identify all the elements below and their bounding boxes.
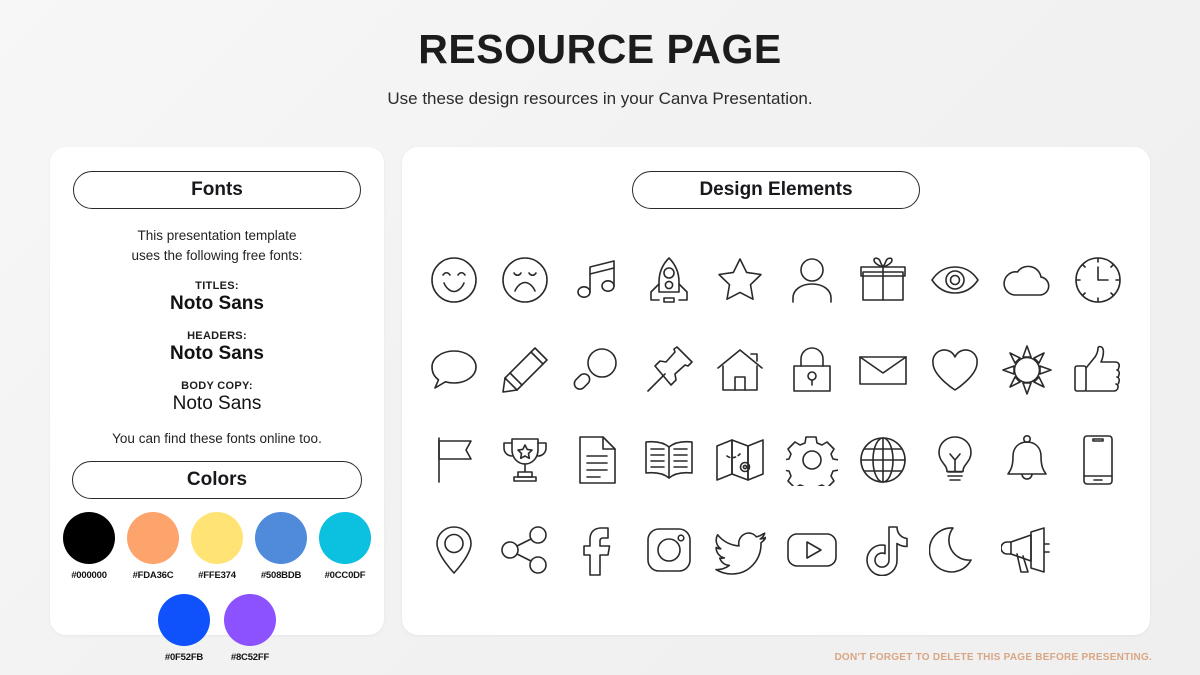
cloud-icon[interactable] [1001,254,1053,306]
color-hex-label: #000000 [71,570,107,582]
color-swatch-row-1: #000000 #FDA36C #FFE374 #508BDB #0CC0DF [63,512,371,581]
sun-icon[interactable] [1001,344,1053,396]
color-swatch-row-2: #0F52FB #8C52FF [72,594,362,663]
color-swatch[interactable]: #0F52FB [157,594,211,663]
eye-icon[interactable] [929,254,981,306]
trophy-icon[interactable] [499,434,551,486]
star-icon[interactable] [714,254,766,306]
moon-icon[interactable] [928,524,981,576]
envelope-icon[interactable] [857,344,909,396]
lightbulb-icon[interactable] [929,434,981,486]
lock-icon[interactable] [786,344,838,396]
colors-section: Colors #000000 #FDA36C #FFE374 #508BDB #… [63,461,371,663]
heart-icon[interactable] [929,344,981,396]
speech-bubble-icon[interactable] [428,344,480,396]
gear-icon[interactable] [785,434,838,486]
color-dot [319,512,371,565]
color-dot [127,512,179,565]
color-swatch[interactable]: #000000 [63,512,115,581]
color-dot [63,512,115,565]
font-label-titles: TITLES: [195,280,239,293]
fonts-heading-label: Fonts [191,179,243,200]
font-group-headers: HEADERS: Noto Sans [72,330,362,365]
map-icon[interactable] [714,434,766,486]
color-swatch[interactable]: #508BDB [255,512,307,581]
font-label-headers: HEADERS: [187,330,247,343]
tiktok-icon[interactable] [857,524,909,576]
design-elements-card: Design Elements [402,147,1150,635]
person-icon[interactable] [786,254,838,306]
font-name-titles: Noto Sans [170,293,264,315]
colors-heading-pill: Colors [72,461,362,500]
clock-icon[interactable] [1072,254,1124,306]
globe-icon[interactable] [857,434,909,486]
color-hex-label: #8C52FF [230,652,270,664]
fonts-intro-line-2: uses the following free fonts: [131,247,303,263]
font-group-body-copy: BODY COPY: Noto Sans [72,380,362,415]
thumbs-up-icon[interactable] [1072,344,1124,396]
rocket-icon[interactable] [643,254,695,306]
color-dot [158,594,210,647]
resource-page: RESOURCE PAGE Use these design resources… [0,0,1200,675]
colors-heading-label: Colors [186,469,248,491]
twitter-icon[interactable] [714,524,767,576]
panels-container: Fonts This presentation template uses th… [50,147,1150,663]
youtube-icon[interactable] [786,524,838,576]
sad-face-icon[interactable] [499,254,551,306]
page-subtitle: Use these design resources in your Canva… [387,89,813,109]
pencil-icon[interactable] [499,344,551,396]
flag-icon[interactable] [428,434,480,486]
color-dot [255,512,307,565]
page-header: RESOURCE PAGE Use these design resources… [0,0,1200,109]
smiley-face-icon[interactable] [428,254,480,306]
delete-page-warning: DON'T FORGET TO DELETE THIS PAGE BEFORE … [834,652,1152,663]
instagram-icon[interactable] [643,524,695,576]
color-swatch[interactable]: #FDA36C [127,512,179,581]
smartphone-icon[interactable] [1072,434,1124,486]
color-hex-label: #FDA36C [132,570,174,582]
fonts-heading-pill: Fonts [73,171,361,209]
location-pin-icon[interactable] [428,524,480,576]
fonts-outro: You can find these fonts online too. [112,431,322,447]
page-title: RESOURCE PAGE [418,26,782,72]
icon-grid [418,235,1134,595]
pushpin-icon[interactable] [643,344,695,396]
color-swatch[interactable]: #0CC0DF [319,512,371,581]
design-elements-heading-label: Design Elements [699,179,853,200]
color-hex-label: #0F52FB [164,652,204,664]
facebook-icon[interactable] [571,524,623,576]
bell-icon[interactable] [1001,434,1053,486]
color-dot [191,512,243,565]
color-dot [224,594,276,647]
font-name-headers: Noto Sans [170,343,264,365]
fonts-and-colors-card: Fonts This presentation template uses th… [50,147,384,663]
font-group-titles: TITLES: Noto Sans [72,280,362,315]
fonts-intro-line-1: This presentation template [137,228,297,243]
magnifying-glass-icon[interactable] [571,344,623,396]
share-icon[interactable] [499,524,551,576]
design-elements-heading-pill: Design Elements [632,171,920,209]
document-icon[interactable] [571,434,623,486]
fonts-intro: This presentation template uses the foll… [72,226,362,265]
color-swatch[interactable]: #8C52FF [223,594,277,663]
gift-icon[interactable] [857,254,909,306]
font-name-body-copy: Noto Sans [172,393,262,415]
house-icon[interactable] [714,344,766,396]
color-hex-label: #508BDB [260,570,302,582]
color-hex-label: #0CC0DF [324,570,366,582]
open-book-icon[interactable] [643,434,695,486]
font-label-body-copy: BODY COPY: [181,380,253,393]
color-hex-label: #FFE374 [198,570,236,582]
color-swatch[interactable]: #FFE374 [191,512,243,581]
music-note-icon[interactable] [571,254,623,306]
megaphone-icon[interactable] [1000,524,1053,576]
